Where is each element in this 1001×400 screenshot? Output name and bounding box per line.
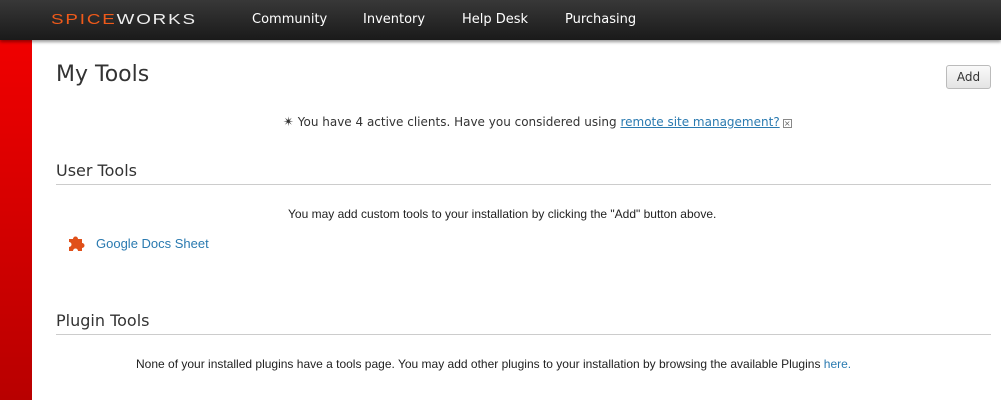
user-tools-heading: User Tools [56,161,991,185]
plugin-tools-message: None of your installed plugins have a to… [136,357,851,371]
sidebar [0,40,32,400]
page-title: My Tools [56,62,150,87]
top-navigation-bar: SPICEWORKS Community Inventory Help Desk… [0,0,1001,40]
plugin-tools-text: None of your installed plugins have a to… [136,357,824,371]
puzzle-piece-icon [69,236,85,251]
nav-help-desk[interactable]: Help Desk [462,12,528,27]
user-tools-message: You may add custom tools to your install… [288,207,717,221]
plugin-tools-heading: Plugin Tools [56,311,991,335]
nav-inventory[interactable]: Inventory [363,12,425,27]
add-button[interactable]: Add [946,65,991,89]
remote-site-management-link[interactable]: remote site management? [620,115,779,129]
tool-item[interactable]: Google Docs Sheet [66,233,209,253]
nav-purchasing[interactable]: Purchasing [565,12,636,27]
notice-banner: ✴ You have 4 active clients. Have you co… [283,115,792,130]
plugins-here-link[interactable]: here. [824,357,851,371]
nav-community[interactable]: Community [252,12,327,27]
google-docs-sheet-link[interactable]: Google Docs Sheet [96,236,209,251]
close-icon[interactable]: × [782,119,792,128]
notice-text: You have 4 active clients. Have you cons… [297,115,621,129]
clients-icon: ✴ [283,115,294,130]
logo-text-spice: SPICE [51,11,117,28]
spiceworks-logo[interactable]: SPICEWORKS [51,11,197,28]
logo-text-works: WORKS [116,11,197,28]
